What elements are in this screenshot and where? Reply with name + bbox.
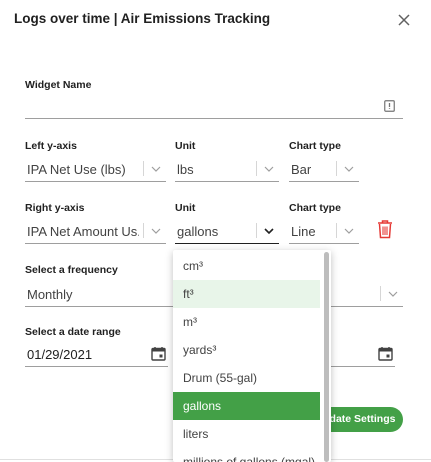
unit-dropdown-menu: cm³ ft³ m³ yards³ Drum (55-gal) gallons … — [173, 250, 331, 462]
dialog-title: Logs over time | Air Emissions Tracking — [14, 11, 271, 26]
left-y-axis-select[interactable]: IPA Net Use (lbs) — [25, 157, 166, 182]
right-y-axis-select[interactable]: IPA Net Amount Us... — [25, 219, 166, 244]
right-y-axis-value: IPA Net Amount Us... — [27, 224, 139, 239]
chevron-down-icon — [344, 166, 354, 172]
widget-name-label: Widget Name — [25, 79, 92, 91]
frequency-label: Select a frequency — [25, 264, 118, 276]
chevron-down-icon — [264, 166, 274, 172]
left-y-axis-label: Left y-axis — [25, 140, 77, 152]
left-y-axis-value: IPA Net Use (lbs) — [27, 162, 126, 177]
unit-option-m3[interactable]: m³ — [173, 308, 320, 336]
select-separator — [256, 223, 257, 238]
delete-axis-icon[interactable] — [376, 219, 394, 239]
right-chart-type-select[interactable]: Line — [289, 219, 359, 244]
chevron-down-icon — [151, 166, 161, 172]
start-date-value: 01/29/2021 — [27, 347, 93, 362]
calendar-icon[interactable] — [151, 346, 166, 361]
select-separator — [380, 286, 381, 301]
close-icon[interactable] — [396, 12, 412, 28]
select-separator — [256, 161, 257, 176]
chevron-down-icon — [388, 291, 398, 297]
left-chart-type-label: Chart type — [289, 140, 341, 152]
unit-option-gallons[interactable]: gallons — [173, 392, 320, 420]
select-separator — [143, 161, 144, 176]
frequency-value: Monthly — [27, 287, 73, 302]
left-chart-type-select[interactable]: Bar — [289, 157, 359, 182]
select-separator — [336, 223, 337, 238]
left-unit-value: lbs — [177, 162, 194, 177]
select-separator — [143, 223, 144, 238]
unit-option-yards3[interactable]: yards³ — [173, 336, 320, 364]
right-unit-select[interactable]: gallons — [175, 219, 279, 244]
chevron-down-icon — [264, 228, 274, 235]
unit-option-drum[interactable]: Drum (55-gal) — [173, 364, 320, 392]
right-unit-value: gallons — [177, 224, 219, 239]
dropdown-scrollbar-thumb[interactable] — [324, 252, 329, 462]
text-field-icon — [384, 100, 395, 112]
widget-settings-dialog: Logs over time | Air Emissions Tracking … — [0, 0, 431, 462]
unit-option-liters[interactable]: liters — [173, 420, 320, 448]
select-separator — [336, 161, 337, 176]
left-chart-type-value: Bar — [291, 162, 312, 177]
unit-option-ft3[interactable]: ft³ — [173, 280, 320, 308]
left-unit-select[interactable]: lbs — [175, 157, 279, 182]
chevron-down-icon — [151, 228, 161, 234]
widget-name-input[interactable] — [25, 94, 403, 119]
unit-option-cm3[interactable]: cm³ — [173, 252, 320, 280]
calendar-icon[interactable] — [378, 346, 393, 361]
right-y-axis-label: Right y-axis — [25, 202, 85, 214]
right-chart-type-value: Line — [291, 224, 316, 239]
right-chart-type-label: Chart type — [289, 202, 341, 214]
left-unit-label: Unit — [175, 140, 196, 152]
chevron-down-icon — [344, 228, 354, 234]
right-unit-label: Unit — [175, 202, 196, 214]
unit-option-mgal[interactable]: millions of gallons (mgal) — [173, 448, 320, 462]
start-date-input[interactable]: 01/29/2021 — [25, 342, 168, 367]
date-range-label: Select a date range — [25, 326, 121, 338]
